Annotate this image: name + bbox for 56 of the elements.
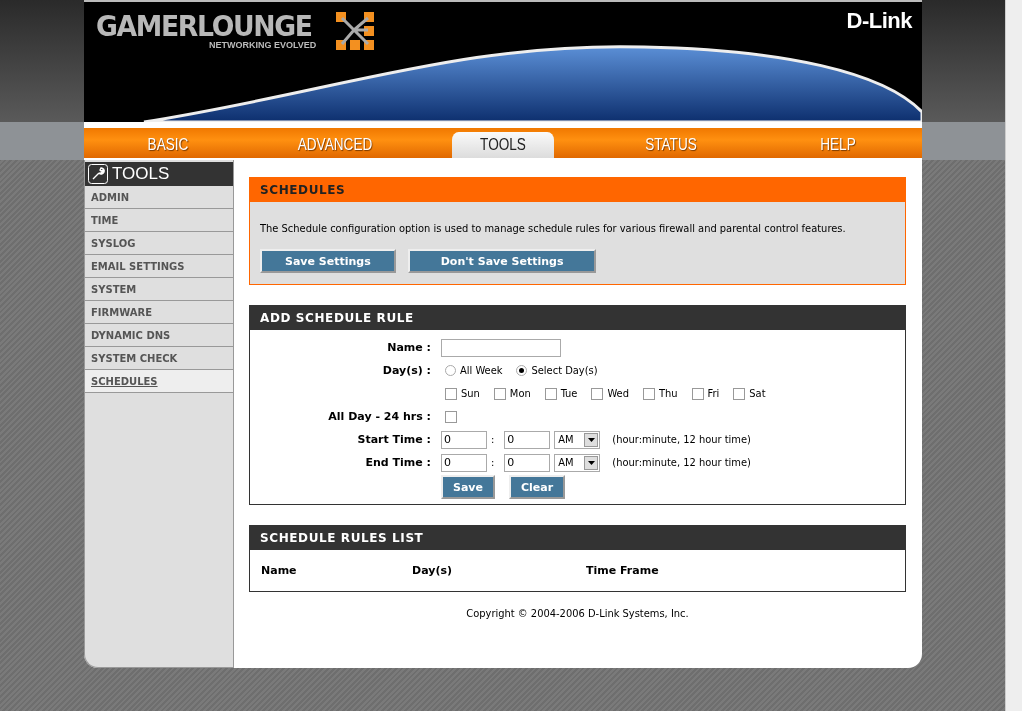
sidebar-item[interactable]: SCHEDULES [85, 370, 233, 393]
field-label: All Day - 24 hrs : [328, 410, 431, 423]
checkbox-label: Sat [749, 387, 766, 400]
field-label: Day(s) : [382, 364, 431, 377]
checkbox[interactable] [544, 387, 557, 400]
hour-input[interactable]: 0 [441, 430, 487, 449]
checkbox-label: Wed [607, 387, 629, 400]
panel-title: SCHEDULES [250, 178, 905, 202]
checkbox[interactable] [445, 387, 457, 400]
name-input[interactable] [441, 338, 561, 357]
form-button[interactable]: Clear [509, 475, 566, 499]
column-header: Time Frame [586, 564, 660, 577]
panel-title: ADD SCHEDULE RULE [250, 306, 905, 330]
panel-title: SCHEDULE RULES LIST [250, 526, 905, 550]
column-header: Day(s) [412, 564, 453, 577]
checkbox[interactable] [643, 387, 655, 400]
checkbox-label: Sun [461, 387, 480, 400]
form-button[interactable]: Save [441, 475, 495, 499]
nav-tab[interactable]: TOOLS [452, 132, 554, 158]
radio-button[interactable] [516, 365, 528, 376]
field-label: End Time : [365, 456, 431, 469]
time-separator: : [491, 456, 495, 469]
field-label: Name : [387, 341, 431, 354]
minute-input[interactable]: 0 [504, 453, 551, 472]
radio-label: All Week [460, 364, 503, 377]
field-label: Start Time : [357, 433, 431, 446]
minute-input[interactable]: 0 [504, 430, 551, 449]
sidebar-title: TOOLS [112, 164, 170, 184]
checkbox-label: Thu [659, 387, 678, 400]
column-header: Name [261, 564, 298, 577]
checkbox[interactable] [445, 410, 457, 423]
tagline: NETWORKING EVOLVED [208, 40, 317, 50]
radio-label: Select Day(s) [531, 364, 598, 377]
copyright-text: Copyright © 2004-2006 D-Link Systems, Inc. [466, 607, 689, 620]
period-select[interactable]: AM [554, 453, 601, 472]
settings-button[interactable]: Save Settings [260, 249, 396, 273]
period-select[interactable]: AM [554, 430, 601, 449]
checkbox[interactable] [493, 387, 506, 400]
brand-logo-text: GAMERLOUNGE [96, 10, 312, 42]
radio-button[interactable] [445, 365, 456, 376]
checkbox-label: Fri [707, 387, 720, 400]
settings-button[interactable]: Don't Save Settings [407, 249, 597, 273]
description-text: The Schedule configuration option is used to manage schedule rules for various firewall and parental control features. [260, 222, 847, 235]
vendor-logo-text: D-Link [846, 8, 912, 34]
checkbox[interactable] [733, 387, 746, 400]
checkbox-label: Mon [509, 387, 531, 400]
logo-squares-icon [334, 10, 377, 52]
hour-input[interactable]: 0 [441, 453, 487, 472]
scrollbar[interactable] [1005, 0, 1022, 711]
checkbox[interactable] [691, 387, 704, 400]
time-hint: (hour:minute, 12 hour time) [612, 433, 751, 446]
checkbox[interactable] [591, 387, 604, 400]
time-hint: (hour:minute, 12 hour time) [612, 456, 751, 469]
wrench-icon [88, 164, 108, 184]
checkbox-label: Tue [560, 387, 578, 400]
time-separator: : [491, 433, 495, 446]
